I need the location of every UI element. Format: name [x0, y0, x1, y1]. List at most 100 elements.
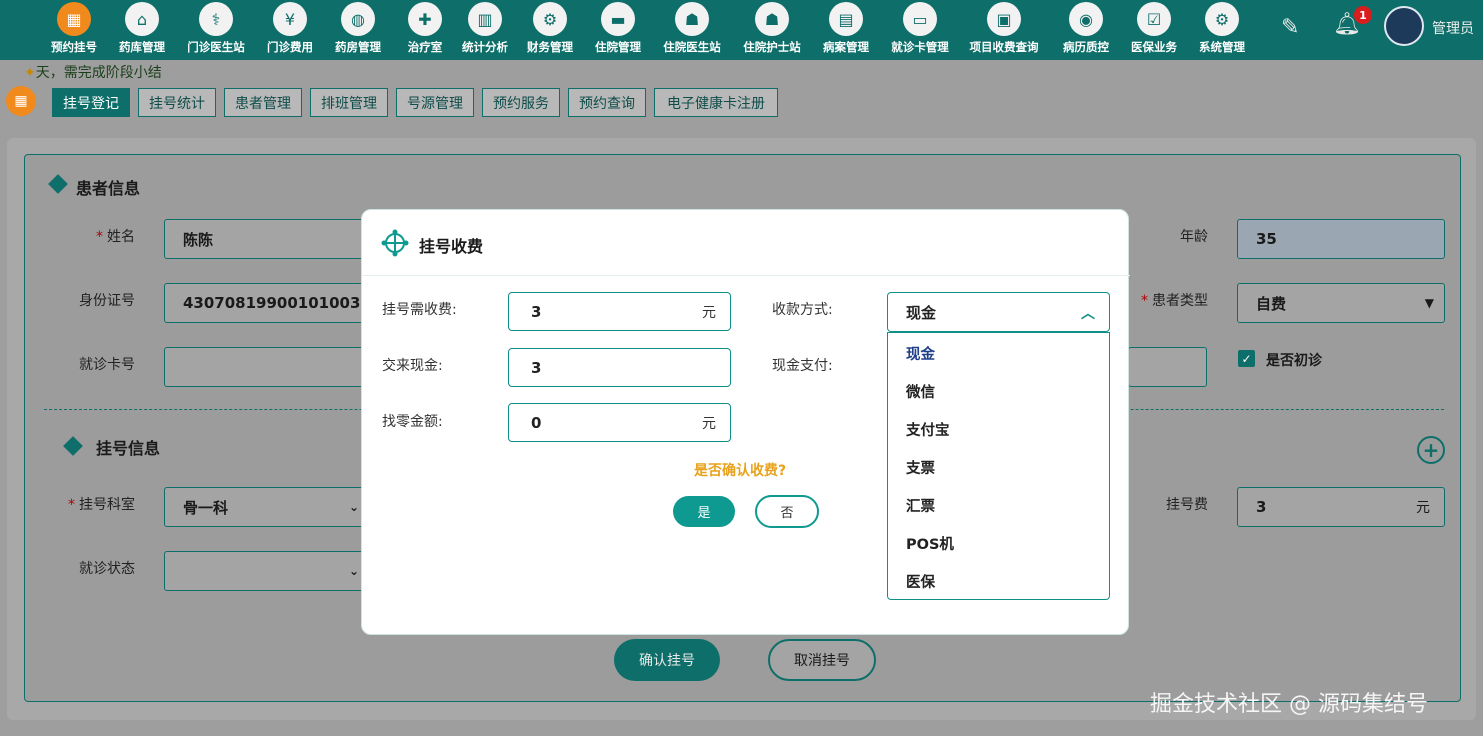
name-label: * 姓名 [96, 229, 135, 245]
confirm-question: 是否确认收费? [694, 463, 787, 479]
cash-pay-label: 现金支付: [772, 358, 833, 374]
insurance-icon: ☑ [1137, 2, 1171, 36]
doctor-icon: ⚕ [199, 2, 233, 36]
yen-icon: ¥ [273, 2, 307, 36]
cancel-registration-button[interactable]: 取消挂号 [768, 639, 876, 681]
extra-field[interactable] [1128, 347, 1207, 387]
payment-option[interactable]: POS机 [906, 533, 954, 554]
payment-method-dropdown: 现金微信支付宝支票汇票 POS机医保 [887, 332, 1110, 600]
nav-item-label: 门诊费用 [267, 40, 313, 54]
treatment-icon: ✚ [408, 2, 442, 36]
status-select[interactable]: ⌄ [164, 551, 364, 591]
settings-icon: ⚙ [1205, 2, 1239, 36]
nav-item-label: 药库管理 [119, 40, 165, 54]
search-doc-icon: ▣ [987, 2, 1021, 36]
chevron-up-icon: ︿ [1081, 306, 1095, 322]
chevron-down-icon: ⌄ [348, 500, 359, 514]
payment-option[interactable]: 汇票 [906, 495, 935, 516]
change-label: 找零金额: [382, 414, 443, 430]
confirm-registration-button[interactable]: 确认挂号 [614, 639, 720, 681]
tab-item[interactable]: 预约服务 [482, 88, 560, 117]
chevron-down-icon: ⌄ [348, 564, 359, 578]
tab-item[interactable]: 挂号登记 [52, 88, 130, 117]
nav-item-label: 医保业务 [1131, 40, 1177, 54]
registration-section-title: 挂号信息 [96, 439, 161, 458]
age-field[interactable]: 35 [1237, 219, 1445, 259]
tab-item[interactable]: 预约查询 [568, 88, 646, 117]
tab-item[interactable]: 排班管理 [310, 88, 388, 117]
notice-icon: ✦ [24, 65, 36, 81]
pencil-icon[interactable]: ✎ [1281, 15, 1299, 40]
id-label: 身份证号 [79, 293, 135, 309]
cash-paid-label: 交来现金: [382, 358, 443, 374]
modal-header: 挂号收费 [362, 210, 1130, 276]
chevron-down-icon: ▼ [1424, 296, 1434, 310]
nav-item[interactable]: ▬ 住院管理 [578, 2, 658, 55]
gear-icon: ⚙ [533, 2, 567, 36]
nav-item-label: 病案管理 [823, 40, 869, 54]
status-label: 就诊状态 [79, 561, 135, 577]
payment-option[interactable]: 支付宝 [906, 419, 950, 440]
bed-icon: ▬ [601, 2, 635, 36]
dept-select[interactable]: 骨一科 ⌄ [164, 487, 364, 527]
fee-due-unit: 元 [702, 304, 716, 321]
tab-item[interactable]: 号源管理 [396, 88, 474, 117]
nav-item[interactable]: ▤ 病案管理 [806, 2, 886, 55]
payment-option[interactable]: 现金 [906, 343, 935, 364]
nav-item[interactable]: ▭ 就诊卡管理 [880, 2, 960, 55]
change-unit: 元 [702, 415, 716, 432]
pharmacy-icon: ⌂ [125, 2, 159, 36]
yes-button[interactable]: 是 [673, 496, 735, 527]
fee-due-input[interactable]: 3元 [508, 292, 731, 331]
nav-item[interactable]: ☗ 住院医生站 [652, 2, 732, 55]
tab-item[interactable]: 患者管理 [224, 88, 302, 117]
cash-paid-input[interactable]: 3 [508, 348, 731, 387]
pill-icon: ◍ [341, 2, 375, 36]
nav-item-label: 药房管理 [335, 40, 381, 54]
payment-logo-icon [381, 229, 409, 257]
fee-unit: 元 [1416, 500, 1430, 516]
patient-section-title: 患者信息 [76, 179, 141, 198]
first-visit-checkbox[interactable]: ✓ [1238, 350, 1255, 367]
nav-item[interactable]: ⚙ 系统管理 [1182, 2, 1262, 55]
payment-method-select[interactable]: 现金 ︿ [887, 292, 1110, 332]
calendar-icon: ▦ [57, 2, 91, 36]
nav-item[interactable]: ⚕ 门诊医生站 [176, 2, 256, 55]
tab-item[interactable]: 电子健康卡注册 [654, 88, 778, 117]
nav-item-label: 病历质控 [1063, 40, 1109, 54]
modal-title: 挂号收费 [419, 237, 484, 256]
no-button[interactable]: 否 [755, 495, 819, 528]
nav-item-label: 财务管理 [527, 40, 573, 54]
payment-option[interactable]: 支票 [906, 457, 935, 478]
fee-due-label: 挂号需收费: [382, 302, 457, 318]
payment-method-label: 收款方式: [772, 302, 833, 318]
patient-type-select[interactable]: 自费 ▼ [1237, 283, 1445, 323]
nav-item[interactable]: ⌂ 药库管理 [102, 2, 182, 55]
nav-item[interactable]: ☗ 住院护士站 [732, 2, 812, 55]
first-visit-label: 是否初诊 [1266, 353, 1322, 369]
card-number-field[interactable] [164, 347, 364, 387]
name-field[interactable]: 陈陈 [164, 219, 364, 259]
avatar[interactable] [1384, 6, 1424, 46]
nav-item-label: 项目收费查询 [969, 40, 1039, 54]
top-navigation: ▦ 预约挂号 ⌂ 药库管理 ⚕ 门诊医生站 ¥ 门诊费用 ◍ 药房管理 ✚ 治疗室 ▥ 统计分析 ⚙ 财务管理… [0, 0, 1483, 60]
payment-option[interactable]: 医保 [906, 571, 935, 592]
watermark: 掘金技术社区 @ 源码集结号 [1150, 692, 1428, 717]
add-icon[interactable]: + [1417, 436, 1445, 464]
tab-item[interactable]: 挂号统计 [138, 88, 216, 117]
payment-modal: 挂号收费 挂号需收费: 3元 交来现金: 3 找零金额: 0元 收款方式: 现金… [361, 209, 1130, 635]
payment-option[interactable]: 微信 [906, 381, 935, 402]
user-name[interactable]: 管理员 [1432, 18, 1474, 38]
home-icon[interactable]: ▦ [6, 86, 36, 116]
card-icon: ▭ [903, 2, 937, 36]
fee-field[interactable]: 3元 [1237, 487, 1445, 527]
id-number-field[interactable]: 43070819900101003 [164, 283, 364, 323]
nav-item-label: 住院医生站 [663, 40, 721, 54]
nav-item-label: 统计分析 [462, 40, 508, 54]
nav-item[interactable]: ▣ 项目收费查询 [964, 2, 1044, 55]
nav-item-label: 就诊卡管理 [891, 40, 949, 54]
file-icon: ▤ [829, 2, 863, 36]
change-input[interactable]: 0元 [508, 403, 731, 442]
notification-badge: 1 [1354, 6, 1372, 24]
nav-item-label: 治疗室 [407, 40, 443, 54]
